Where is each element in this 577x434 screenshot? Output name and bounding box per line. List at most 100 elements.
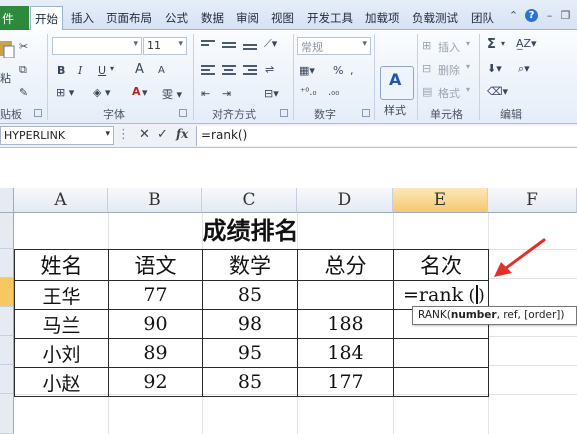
sort-filter-icon[interactable]: A̲Z▾ (516, 37, 537, 50)
orientation-icon[interactable]: ⟋▾ (264, 37, 277, 51)
file-tab[interactable]: 件 (0, 6, 29, 30)
tab-home[interactable]: 开始 (30, 6, 63, 31)
clear-icon[interactable]: ⌫▾ (487, 85, 508, 98)
cell-total[interactable]: 188 (297, 309, 394, 339)
row-header-4[interactable] (0, 307, 14, 336)
header-math[interactable]: 数学 (202, 249, 298, 281)
delete-dropdown-icon[interactable]: ▾ (466, 62, 470, 71)
cell-rank[interactable] (393, 367, 489, 397)
cell-chinese[interactable]: 90 (108, 309, 203, 339)
format-cells-icon[interactable]: ▤ (422, 85, 432, 98)
font-name-select[interactable]: ▾ (52, 37, 142, 55)
align-right-icon[interactable] (243, 65, 257, 79)
row-header-6[interactable] (0, 365, 14, 394)
insert-dropdown-icon[interactable]: ▾ (466, 39, 470, 48)
delete-cells-icon[interactable]: ⊟ (422, 62, 431, 75)
row-header-7[interactable] (0, 394, 14, 434)
alignment-launcher-icon[interactable] (280, 109, 288, 117)
styles-button[interactable]: A (380, 66, 414, 100)
tooltip-fn[interactable]: RANK( (418, 309, 451, 321)
font-launcher-icon[interactable] (179, 109, 187, 117)
column-header-c[interactable]: C (202, 188, 297, 213)
tab-formulas[interactable]: 公式 (165, 10, 188, 26)
cell-total[interactable]: 177 (297, 367, 394, 397)
font-size-select[interactable]: 11 ▾ (143, 37, 187, 55)
tooltip-current-arg[interactable]: number (451, 309, 497, 321)
tab-review[interactable]: 审阅 (236, 10, 259, 26)
align-bottom-icon[interactable] (243, 44, 257, 58)
font-color-icon[interactable]: A (132, 85, 141, 98)
row-header-3[interactable] (0, 278, 14, 307)
column-header-e[interactable]: E (393, 188, 488, 213)
currency-icon[interactable]: ▦▾ (299, 64, 315, 77)
window-minimize-icon[interactable]: – (543, 9, 556, 22)
tab-developer[interactable]: 开发工具 (307, 10, 353, 26)
cell-chinese[interactable]: 92 (108, 367, 203, 397)
phonetic-icon[interactable]: 雯 ▾ (162, 86, 182, 102)
window-restore-icon[interactable]: ❐ (559, 9, 572, 22)
name-box[interactable]: HYPERLINK ▾ (0, 126, 114, 145)
insert-cells-button[interactable]: 插入 (438, 39, 460, 55)
wrap-text-icon[interactable]: ⇌ (265, 63, 274, 76)
cell-name[interactable]: 马兰 (14, 309, 109, 339)
cell-name[interactable]: 小刘 (14, 338, 109, 368)
cell-total[interactable] (297, 280, 394, 310)
format-dropdown-icon[interactable]: ▾ (466, 85, 470, 94)
align-top-icon[interactable] (201, 40, 215, 54)
align-middle-icon[interactable] (222, 42, 236, 56)
help-icon[interactable]: ? (525, 9, 538, 22)
autosum-dropdown-icon[interactable]: ▾ (501, 39, 505, 48)
header-name[interactable]: 姓名 (14, 249, 109, 281)
insert-cells-icon[interactable]: ⊞ (422, 39, 431, 52)
underline-dropdown-icon[interactable]: ▾ (110, 64, 114, 73)
fill-color-icon[interactable]: ◈ ▾ (93, 86, 110, 99)
cut-icon[interactable]: ✂ (19, 40, 28, 53)
increase-decimal-icon[interactable]: ⁺⁰.₀ (300, 87, 316, 98)
cell-rank[interactable] (393, 338, 489, 368)
tab-page-layout[interactable]: 页面布局 (106, 10, 152, 26)
align-center-icon[interactable] (222, 65, 236, 79)
underline-button[interactable]: U (98, 64, 106, 77)
format-painter-icon[interactable]: ✎ (19, 86, 28, 99)
fill-icon[interactable]: ⬇▾ (487, 62, 502, 75)
row-header-2[interactable] (0, 249, 14, 278)
tab-team[interactable]: 团队 (471, 10, 494, 26)
cell-chinese[interactable]: 77 (108, 280, 203, 310)
tab-view[interactable]: 视图 (271, 10, 294, 26)
border-icon[interactable]: ⊞ ▾ (56, 86, 74, 99)
copy-icon[interactable]: ⧉ (19, 63, 27, 77)
column-header-a[interactable]: A (14, 188, 108, 213)
tab-load-test[interactable]: 负载测试 (412, 10, 458, 26)
cell-math[interactable]: 95 (202, 338, 298, 368)
sheet-title[interactable]: 成绩排名 (14, 214, 487, 249)
formula-input[interactable]: =rank() (196, 126, 577, 146)
comma-style-icon[interactable]: , (350, 64, 354, 77)
header-total[interactable]: 总分 (297, 249, 394, 281)
header-chinese[interactable]: 语文 (108, 249, 203, 281)
align-left-icon[interactable] (201, 65, 215, 79)
column-header-f[interactable]: F (488, 188, 577, 213)
delete-cells-button[interactable]: 删除 (438, 62, 460, 78)
cell-math[interactable]: 98 (202, 309, 298, 339)
tab-insert[interactable]: 插入 (71, 10, 94, 26)
name-box-dropdown-icon[interactable]: ▾ (105, 129, 110, 139)
column-header-d[interactable]: D (297, 188, 393, 213)
autosum-button[interactable]: Σ (487, 37, 496, 52)
find-select-icon[interactable]: ⌕▾ (518, 62, 530, 76)
increase-indent-icon[interactable]: ⇥ (222, 87, 231, 100)
merge-center-icon[interactable]: ⊟▾ (264, 87, 279, 100)
column-header-b[interactable]: B (108, 188, 202, 213)
row-header-1[interactable] (0, 213, 14, 249)
percent-button[interactable]: % (333, 64, 343, 77)
cell-name[interactable]: 小赵 (14, 367, 109, 397)
decrease-decimal-icon[interactable]: .₀₀ (328, 87, 339, 98)
insert-function-button[interactable]: fx (176, 127, 188, 141)
italic-button[interactable]: I (78, 64, 82, 77)
header-rank[interactable]: 名次 (393, 249, 489, 281)
number-format-select[interactable]: 常规 ▾ (297, 37, 371, 55)
minimize-ribbon-icon[interactable]: ⌃ (507, 9, 520, 22)
row-header-5[interactable] (0, 336, 14, 365)
number-launcher-icon[interactable] (362, 109, 370, 117)
cell-chinese[interactable]: 89 (108, 338, 203, 368)
cell-total[interactable]: 184 (297, 338, 394, 368)
